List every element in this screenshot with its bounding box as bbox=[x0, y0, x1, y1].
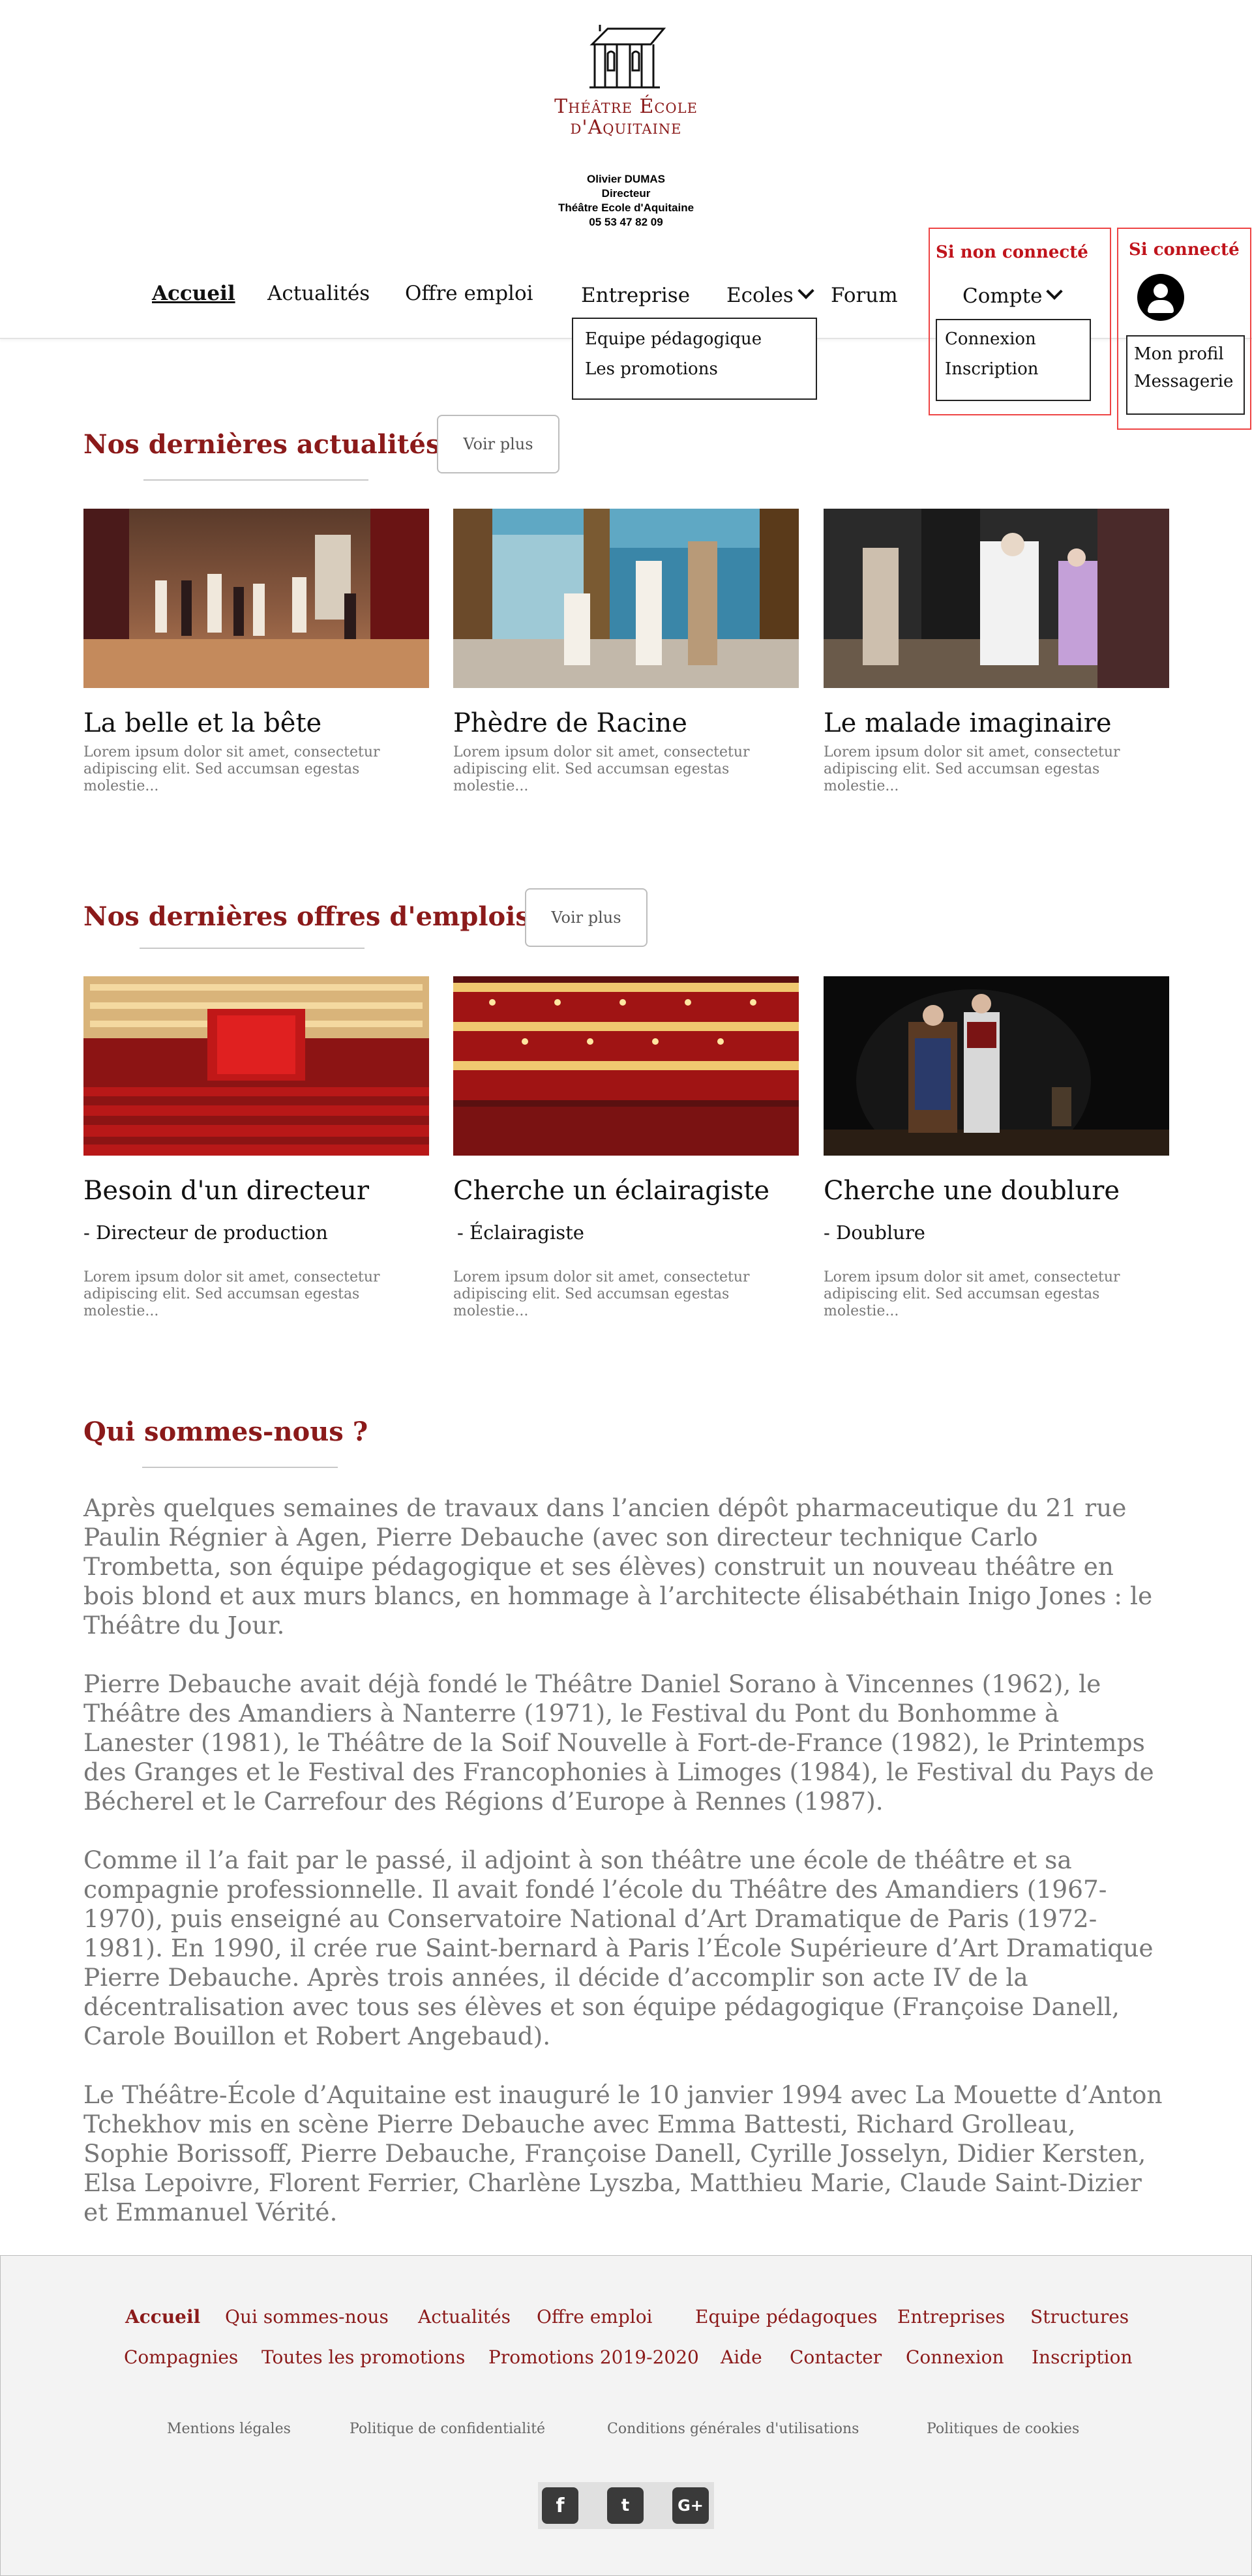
footer-link-troupes[interactable]: Compagnies bbox=[124, 2346, 238, 2368]
logo-line-1: Théâtre École bbox=[554, 95, 698, 118]
news-card-text: Lorem ipsum dolor sit amet, consectetur … bbox=[824, 744, 1120, 794]
footer-link-register[interactable]: Inscription bbox=[1032, 2346, 1133, 2368]
job-card-subtitle: - Éclairagiste bbox=[457, 1221, 584, 1244]
job-card-image bbox=[83, 976, 429, 1156]
menu-item-equipe[interactable]: Equipe pédagogique bbox=[573, 324, 816, 354]
news-card[interactable]: Le malade imaginaire Lorem ipsum dolor s… bbox=[824, 509, 1169, 795]
footer-legal-notice[interactable]: Mentions légales bbox=[167, 2421, 291, 2437]
logo-block: Théâtre École d'Aquitaine bbox=[528, 97, 724, 138]
jobs-see-more-button[interactable]: Voir plus bbox=[525, 888, 648, 947]
company-dropdown: Equipe pédagogique Les promotions bbox=[572, 318, 817, 400]
job-card-subtitle: - Directeur de production bbox=[83, 1221, 328, 1244]
about-paragraph: Le Théâtre-École d’Aquitaine est inaugur… bbox=[83, 2080, 1163, 2226]
news-card-title: Phèdre de Racine bbox=[453, 708, 687, 738]
job-card-image bbox=[453, 976, 799, 1156]
news-card-image bbox=[824, 509, 1169, 688]
nav-jobs[interactable]: Offre emploi bbox=[405, 282, 533, 305]
nav-schools[interactable]: Ecoles bbox=[726, 282, 814, 307]
jobs-title-underline bbox=[140, 948, 365, 949]
footer-link-login[interactable]: Connexion bbox=[906, 2346, 1004, 2368]
nav-home[interactable]: Accueil bbox=[152, 282, 235, 305]
contact-role: Directeur bbox=[601, 187, 651, 200]
footer-link-jobs[interactable]: Offre emploi bbox=[537, 2306, 653, 2328]
job-card-title: Cherche une doublure bbox=[824, 1176, 1120, 1206]
site-logo[interactable] bbox=[535, 23, 717, 162]
news-card-text: Lorem ipsum dolor sit amet, consectetur … bbox=[83, 744, 380, 794]
menu-item-login[interactable]: Connexion bbox=[937, 324, 1090, 354]
theatre-building-icon bbox=[589, 23, 666, 89]
google-plus-icon[interactable]: G+ bbox=[672, 2487, 709, 2524]
chevron-down-icon bbox=[797, 282, 814, 299]
menu-item-promotions[interactable]: Les promotions bbox=[573, 354, 816, 384]
footer-link-teams[interactable]: Equipe pédagoques bbox=[695, 2306, 878, 2328]
job-card[interactable]: Cherche une doublure - Doublure Lorem ip… bbox=[824, 976, 1169, 1320]
contact-phone: 05 53 47 82 09 bbox=[589, 216, 663, 228]
nav-schools-label: Ecoles bbox=[726, 284, 794, 307]
footer-link-help[interactable]: Aide bbox=[721, 2346, 762, 2368]
not-connected-title: Si non connecté bbox=[936, 243, 1088, 262]
footer-privacy-policy[interactable]: Politique de confidentialité bbox=[350, 2421, 545, 2437]
jobs-section-title: Nos dernières offres d'emplois bbox=[83, 901, 530, 932]
job-card-text: Lorem ipsum dolor sit amet, consectetur … bbox=[453, 1269, 750, 1319]
news-card-text: Lorem ipsum dolor sit amet, consectetur … bbox=[453, 744, 750, 794]
contact-org: Théâtre Ecole d'Aquitaine bbox=[558, 202, 694, 214]
nav-company[interactable]: Entreprise bbox=[581, 284, 690, 307]
job-card[interactable]: Besoin d'un directeur - Directeur de pro… bbox=[83, 976, 429, 1320]
profile-dropdown: Mon profil Messagerie bbox=[1126, 335, 1245, 415]
menu-item-messages[interactable]: Messagerie bbox=[1127, 368, 1244, 395]
user-avatar-icon[interactable] bbox=[1137, 274, 1184, 321]
about-title-underline bbox=[142, 1467, 338, 1468]
footer-link-contact[interactable]: Contacter bbox=[790, 2346, 882, 2368]
news-card-title: La belle et la bête bbox=[83, 708, 322, 738]
footer-link-about[interactable]: Qui sommes-nous bbox=[225, 2306, 389, 2328]
nav-forum[interactable]: Forum bbox=[831, 284, 898, 307]
logo-line-2: d'Aquitaine bbox=[570, 116, 682, 139]
job-card-title: Cherche un éclairagiste bbox=[453, 1176, 770, 1206]
job-card-text: Lorem ipsum dolor sit amet, consectetur … bbox=[83, 1269, 380, 1319]
contact-name: Olivier DUMAS bbox=[587, 173, 665, 185]
twitter-icon[interactable]: t bbox=[607, 2487, 644, 2524]
job-card-subtitle: - Doublure bbox=[824, 1221, 925, 1244]
news-see-more-button[interactable]: Voir plus bbox=[437, 415, 559, 473]
account-dropdown: Connexion Inscription bbox=[936, 319, 1091, 401]
footer-link-news[interactable]: Actualités bbox=[418, 2306, 511, 2328]
menu-item-profile[interactable]: Mon profil bbox=[1127, 340, 1244, 368]
news-card-title: Le malade imaginaire bbox=[824, 708, 1112, 738]
connected-title: Si connecté bbox=[1129, 240, 1240, 260]
news-card[interactable]: Phèdre de Racine Lorem ipsum dolor sit a… bbox=[453, 509, 799, 795]
news-section-title: Nos dernières actualités bbox=[83, 429, 441, 460]
job-card-text: Lorem ipsum dolor sit amet, consectetur … bbox=[824, 1269, 1120, 1319]
job-card-title: Besoin d'un directeur bbox=[83, 1176, 370, 1206]
footer-terms[interactable]: Conditions générales d'utilisations bbox=[607, 2421, 859, 2437]
menu-item-register[interactable]: Inscription bbox=[937, 354, 1090, 384]
about-text: Après quelques semaines de travaux dans … bbox=[83, 1493, 1169, 2256]
news-title-underline bbox=[143, 479, 368, 481]
contact-block: Olivier DUMAS Directeur Théâtre Ecole d'… bbox=[528, 172, 724, 230]
news-card[interactable]: La belle et la bête Lorem ipsum dolor si… bbox=[83, 509, 429, 795]
footer-link-promotions-2019[interactable]: Promotions 2019-2020 bbox=[488, 2346, 699, 2368]
about-section-title: Qui sommes-nous ? bbox=[83, 1416, 368, 1447]
nav-news[interactable]: Actualités bbox=[267, 282, 370, 305]
footer-link-companies[interactable]: Entreprises bbox=[897, 2306, 1005, 2328]
news-card-image bbox=[453, 509, 799, 688]
footer-link-structures[interactable]: Structures bbox=[1030, 2306, 1129, 2328]
job-card[interactable]: Cherche un éclairagiste - Éclairagiste L… bbox=[453, 976, 799, 1320]
about-paragraph: Après quelques semaines de travaux dans … bbox=[83, 1493, 1153, 1640]
about-paragraph: Comme il l’a fait par le passé, il adjoi… bbox=[83, 1846, 1154, 2050]
footer-link-all-promotions[interactable]: Toutes les promotions bbox=[261, 2346, 465, 2368]
about-paragraph: Pierre Debauche avait déjà fondé le Théâ… bbox=[83, 1670, 1154, 1816]
footer-link-home[interactable]: Accueil bbox=[125, 2306, 200, 2328]
job-card-image bbox=[824, 976, 1169, 1156]
footer-cookie-policy[interactable]: Politiques de cookies bbox=[927, 2421, 1079, 2437]
news-card-image bbox=[83, 509, 429, 688]
facebook-icon[interactable]: f bbox=[542, 2487, 578, 2524]
